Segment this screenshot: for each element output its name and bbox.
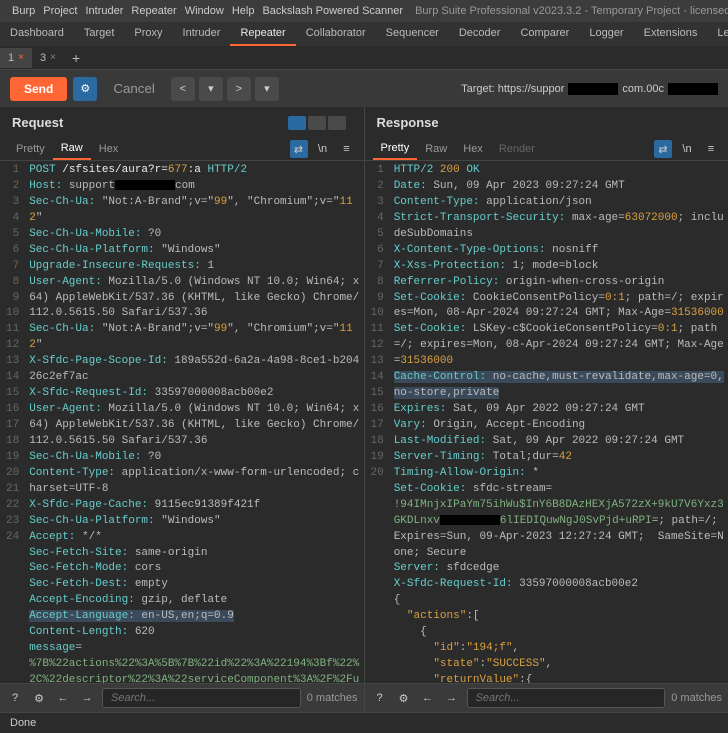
history-dropdown2-button[interactable]: ▾ [255,77,279,101]
request-view-tabs: Pretty Raw Hex ⇄ \n ≡ [0,138,364,161]
request-match-count: 0 matches [307,692,358,704]
response-view-tabs: Pretty Raw Hex Render ⇄ \n ≡ [365,138,728,161]
menu-project[interactable]: Project [43,5,77,17]
view-pretty[interactable]: Pretty [373,138,418,160]
history-back-button[interactable]: < [171,77,195,101]
request-title: Request [0,107,75,138]
nav-intruder[interactable]: Intruder [173,22,231,46]
response-editor[interactable]: 1 2 3 4 5 6 7 8 9 10 11 12 13 14 15 16 1… [365,161,728,683]
view-render[interactable]: Render [491,139,543,159]
nav-proxy[interactable]: Proxy [124,22,172,46]
newline-toggle-icon[interactable]: \n [678,140,696,158]
add-tab-button[interactable]: + [64,46,88,70]
layout-horizontal-icon[interactable] [308,116,326,130]
top-navigation: Dashboard Target Proxy Intruder Repeater… [0,22,728,46]
search-settings-icon[interactable]: ⚙ [30,689,48,707]
response-match-count: 0 matches [671,692,722,704]
close-icon[interactable]: × [18,52,24,63]
search-prev-icon[interactable]: ← [54,689,72,707]
menu-intruder[interactable]: Intruder [86,5,124,17]
response-searchbar: ? ⚙ ← → 0 matches [365,683,728,712]
search-help-icon[interactable]: ? [6,689,24,707]
response-pane: Response Pretty Raw Hex Render ⇄ \n ≡ 1 … [365,107,728,712]
search-settings-icon[interactable]: ⚙ [395,689,413,707]
status-bar: Done [0,712,728,733]
request-search-input[interactable] [102,688,301,708]
history-dropdown-button[interactable]: ▾ [199,77,223,101]
target-display[interactable]: Target: https://suppor com.00c [461,83,718,95]
menubar: Burp Project Intruder Repeater Window He… [0,0,728,22]
request-searchbar: ? ⚙ ← → 0 matches [0,683,364,712]
newline-toggle-icon[interactable]: \n [314,140,332,158]
nav-comparer[interactable]: Comparer [510,22,579,46]
history-forward-button[interactable]: > [227,77,251,101]
nav-target[interactable]: Target [74,22,125,46]
search-next-icon[interactable]: → [78,689,96,707]
status-text: Done [10,717,36,729]
window-title: Burp Suite Professional v2023.3.2 - Temp… [415,5,728,17]
send-button[interactable]: Send [10,77,67,101]
menu-repeater[interactable]: Repeater [131,5,176,17]
view-raw[interactable]: Raw [53,138,91,160]
layout-buttons [288,116,346,130]
request-pane: Request Pretty Raw Hex ⇄ \n ≡ 1 2 3 4 5 … [0,107,365,712]
view-pretty[interactable]: Pretty [8,139,53,159]
redacted-icon [668,83,718,95]
view-hex[interactable]: Hex [91,139,127,159]
nav-logger[interactable]: Logger [579,22,633,46]
request-editor[interactable]: 1 2 3 4 5 6 7 8 9 10 11 12 13 14 15 16 1… [0,161,364,683]
cancel-button[interactable]: Cancel [103,76,165,101]
repeater-tabs: 1 × 3 × + [0,46,728,70]
menu-window[interactable]: Window [185,5,224,17]
menu-help[interactable]: Help [232,5,255,17]
main-split: Request Pretty Raw Hex ⇄ \n ≡ 1 2 3 4 5 … [0,107,728,712]
nav-learn[interactable]: Learn [707,22,728,46]
search-next-icon[interactable]: → [443,689,461,707]
redacted-icon [568,83,618,95]
close-icon[interactable]: × [50,52,56,63]
tab-3[interactable]: 3 × [32,48,64,68]
nav-collaborator[interactable]: Collaborator [296,22,376,46]
wrap-toggle-icon[interactable]: ≡ [338,140,356,158]
nav-extensions[interactable]: Extensions [634,22,708,46]
menu-burp[interactable]: Burp [12,5,35,17]
view-raw[interactable]: Raw [417,139,455,159]
view-hex[interactable]: Hex [455,139,491,159]
nav-repeater[interactable]: Repeater [230,22,295,46]
menu-extension[interactable]: Backslash Powered Scanner [262,5,403,17]
repeater-toolbar: Send ⚙ Cancel < ▾ > ▾ Target: https://su… [0,70,728,107]
layout-split-icon[interactable] [288,116,306,130]
actions-icon[interactable]: ⇄ [654,140,672,158]
nav-decoder[interactable]: Decoder [449,22,511,46]
search-prev-icon[interactable]: ← [419,689,437,707]
response-search-input[interactable] [467,688,666,708]
settings-gear-icon[interactable]: ⚙ [73,77,97,101]
tab-1[interactable]: 1 × [0,48,32,68]
wrap-toggle-icon[interactable]: ≡ [702,140,720,158]
response-title: Response [365,107,728,138]
nav-sequencer[interactable]: Sequencer [376,22,449,46]
actions-icon[interactable]: ⇄ [290,140,308,158]
search-help-icon[interactable]: ? [371,689,389,707]
layout-single-icon[interactable] [328,116,346,130]
nav-dashboard[interactable]: Dashboard [0,22,74,46]
